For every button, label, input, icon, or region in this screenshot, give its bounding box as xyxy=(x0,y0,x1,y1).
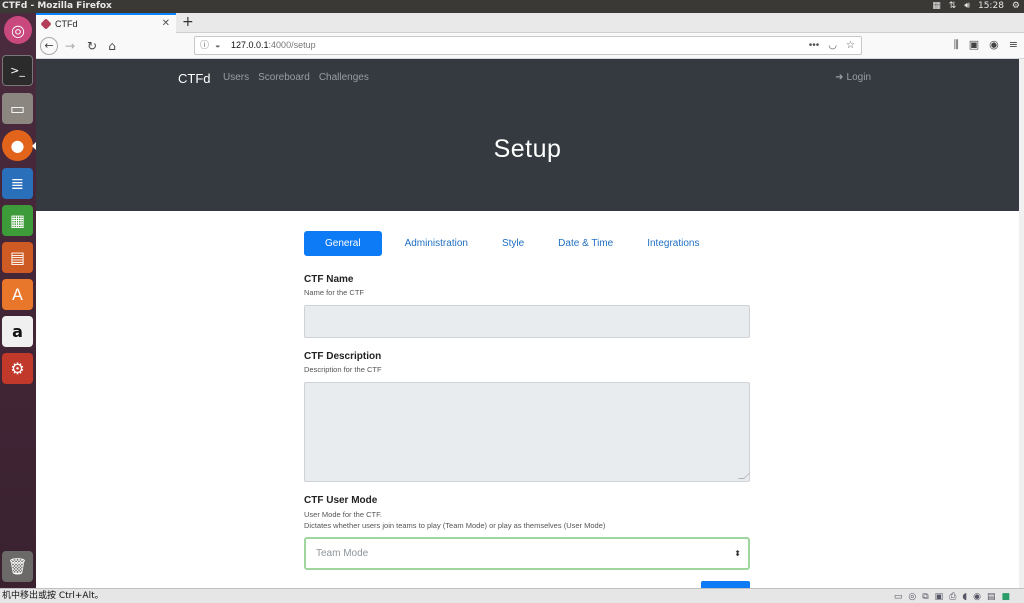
setup-tabs: General Administration Style Date & Time… xyxy=(304,231,722,256)
hard-disk-icon[interactable]: ▭ xyxy=(894,590,903,603)
nav-link-users[interactable]: Users xyxy=(223,72,249,83)
terminal-icon[interactable]: >_ xyxy=(2,55,33,86)
reload-icon[interactable]: ↻ xyxy=(84,38,100,54)
ctf-user-mode-selected: Team Mode xyxy=(316,548,369,559)
forward-icon[interactable]: → xyxy=(62,38,78,54)
ctf-user-mode-label: CTF User Mode xyxy=(304,495,378,506)
gear-icon[interactable]: ⚙ xyxy=(1012,0,1020,13)
calc-icon[interactable]: ▦ xyxy=(2,205,33,236)
login-label: Login xyxy=(846,72,871,83)
ctf-name-help: Name for the CTF xyxy=(304,288,365,297)
next-button[interactable] xyxy=(701,581,750,588)
url-text[interactable]: 127.0.0.1:4000/setup xyxy=(231,37,316,54)
nav-link-challenges[interactable]: Challenges xyxy=(319,72,369,83)
system-tray: ▦ ⇅ 🔊︎ 15:28 ⚙ xyxy=(932,0,1020,13)
ctf-description-help: Description for the CTF xyxy=(304,365,382,374)
ctf-user-mode-help-2: Dictates whether users join teams to pla… xyxy=(304,521,606,530)
pocket-icon[interactable]: ◡ xyxy=(828,37,837,54)
site-header: CTFd Users Scoreboard Challenges ➜ Login… xyxy=(36,59,1019,211)
audio-icon[interactable]: ◖ xyxy=(962,590,967,603)
optical-drive-icon[interactable]: ◎ xyxy=(908,590,916,603)
ctf-user-mode-select[interactable]: Team Mode ⬍ xyxy=(304,537,750,570)
writer-icon[interactable]: ≣ xyxy=(2,168,33,199)
login-link[interactable]: ➜ Login xyxy=(835,72,871,83)
menu-icon[interactable]: ≡ xyxy=(1009,38,1018,52)
files-icon[interactable]: ▭ xyxy=(2,93,33,124)
tab-style[interactable]: Style xyxy=(491,231,535,256)
ctf-name-input[interactable] xyxy=(304,305,750,338)
launcher: ◎ >_ ▭ ● ≣ ▦ ▤ A a ⚙ 🗑︎ xyxy=(0,13,36,588)
url-actions: ••• ◡ ☆ xyxy=(809,37,855,54)
tab-date-time[interactable]: Date & Time xyxy=(547,231,624,256)
vm-status-message: 机中移出或按 Ctrl+Alt。 xyxy=(2,591,104,601)
window-title: CTFd - Mozilla Firefox xyxy=(2,1,112,11)
network-adapter-icon[interactable]: ⧉ xyxy=(922,590,928,603)
firefox-icon[interactable]: ● xyxy=(2,130,33,161)
tab-integrations[interactable]: Integrations xyxy=(636,231,710,256)
amazon-icon[interactable]: a xyxy=(2,316,33,347)
tab-title: CTFd xyxy=(55,19,78,29)
site-brand[interactable]: CTFd xyxy=(178,71,211,86)
nav-link-scoreboard[interactable]: Scoreboard xyxy=(258,72,310,83)
sidebar-icon[interactable]: ▣ xyxy=(969,38,979,52)
page-actions-icon[interactable]: ••• xyxy=(809,37,820,54)
page-scrollbar[interactable] xyxy=(1019,59,1024,588)
ctf-user-mode-help-1: User Mode for the CTF. xyxy=(304,510,382,519)
trash-icon[interactable]: 🗑︎ xyxy=(2,551,33,582)
vm-status-bar: 机中移出或按 Ctrl+Alt。 ▭ ◎ ⧉ ▣ ⎙ ◖ ◉ ▤ ■ xyxy=(0,588,1024,603)
ctf-description-textarea[interactable] xyxy=(304,382,750,482)
impress-icon[interactable]: ▤ xyxy=(2,242,33,273)
url-path: :4000/setup xyxy=(268,40,316,50)
notes-icon[interactable]: ■ xyxy=(1001,590,1010,603)
page-title: Setup xyxy=(493,135,562,163)
usb-icon[interactable]: ▣ xyxy=(935,590,944,603)
printer-icon[interactable]: ⎙ xyxy=(949,590,956,603)
back-icon[interactable]: ← xyxy=(40,37,58,55)
site-nav: Users Scoreboard Challenges xyxy=(223,72,369,83)
ctfd-favicon-icon xyxy=(40,18,52,30)
ctf-name-group: CTF Name Name for the CTF xyxy=(304,274,750,340)
browser-tab-bar: CTFd ✕ + xyxy=(36,13,1024,33)
web-page: CTFd Users Scoreboard Challenges ➜ Login… xyxy=(36,59,1019,588)
library-icon[interactable]: ⫼ xyxy=(954,38,959,52)
tracking-shield-icon[interactable]: ◒ xyxy=(215,37,220,54)
info-icon[interactable]: ⓘ xyxy=(200,37,209,54)
home-icon[interactable]: ⌂ xyxy=(104,38,120,54)
vm-status-icons: ▭ ◎ ⧉ ▣ ⎙ ◖ ◉ ▤ ■ xyxy=(894,590,1010,603)
browser-tab[interactable]: CTFd ✕ xyxy=(36,13,176,33)
software-center-icon[interactable]: A xyxy=(2,279,33,310)
url-host: 127.0.0.1 xyxy=(231,40,269,50)
ctf-name-label: CTF Name xyxy=(304,274,354,285)
url-bar[interactable]: ⓘ ◒ 127.0.0.1:4000/setup ••• ◡ ☆ xyxy=(194,36,862,55)
volume-icon[interactable]: 🔊︎ xyxy=(964,0,970,13)
new-tab-icon[interactable]: + xyxy=(182,14,194,30)
browser-nav-bar: ← → ↻ ⌂ ⓘ ◒ 127.0.0.1:4000/setup ••• ◡ ☆… xyxy=(36,33,1024,59)
ctf-description-group: CTF Description Description for the CTF xyxy=(304,351,750,483)
settings-icon[interactable]: ⚙ xyxy=(2,353,33,384)
shared-folder-icon[interactable]: ▤ xyxy=(987,590,996,603)
close-tab-icon[interactable]: ✕ xyxy=(162,18,170,29)
ubuntu-dash-icon[interactable]: ◎ xyxy=(4,16,32,44)
clock[interactable]: 15:28 xyxy=(978,0,1004,13)
system-top-panel: CTFd - Mozilla Firefox ▦ ⇅ 🔊︎ 15:28 ⚙ xyxy=(0,0,1024,13)
record-icon[interactable]: ◉ xyxy=(973,590,981,603)
sign-in-icon: ➜ xyxy=(835,72,844,83)
network-icon[interactable]: ⇅ xyxy=(949,0,957,13)
account-icon[interactable]: ◉ xyxy=(989,38,999,52)
resize-handle-icon[interactable] xyxy=(738,473,750,479)
desktop: CTFd - Mozilla Firefox ▦ ⇅ 🔊︎ 15:28 ⚙ ◎ … xyxy=(0,0,1024,603)
tab-general[interactable]: General xyxy=(304,231,382,256)
tab-administration[interactable]: Administration xyxy=(394,231,479,256)
ctf-user-mode-group: CTF User Mode User Mode for the CTF. Dic… xyxy=(304,495,750,575)
select-caret-icon: ⬍ xyxy=(734,549,741,558)
bookmark-star-icon[interactable]: ☆ xyxy=(846,37,855,54)
toolbar-right: ⫼ ▣ ◉ ≡ xyxy=(954,38,1018,52)
keyboard-icon[interactable]: ▦ xyxy=(932,0,941,13)
ctf-description-label: CTF Description xyxy=(304,351,382,362)
